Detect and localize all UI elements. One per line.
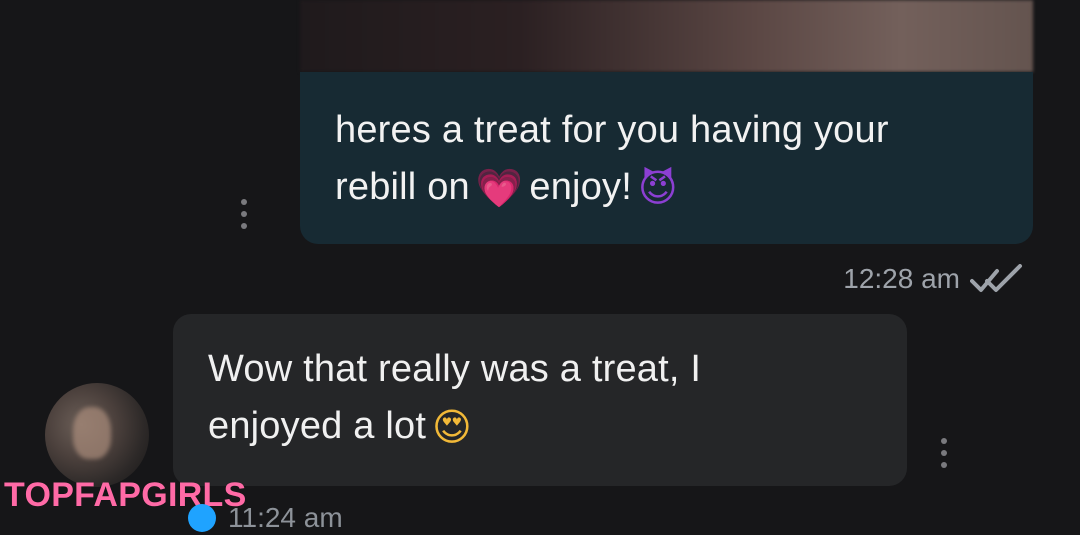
double-check-icon <box>970 264 1024 294</box>
received-message-bubble: Wow that really was a treat, I enjoyed a… <box>173 314 907 486</box>
sent-media-preview[interactable] <box>300 0 1033 72</box>
received-message-line-2: enjoyed a lot 😍 <box>208 398 877 456</box>
smiling-devil-emoji-icon: 😈 <box>638 166 678 210</box>
sent-message-text: heres a treat for you having your rebill… <box>335 102 997 217</box>
sent-message-line-2-prefix: rebill on <box>335 166 470 208</box>
received-message-line-2-prefix: enjoyed a lot <box>208 405 427 447</box>
received-message-meta: 11:24 am <box>188 501 343 535</box>
sent-message-bubble: heres a treat for you having your rebill… <box>300 72 1033 244</box>
received-message-line-1: Wow that really was a treat, I <box>208 348 702 390</box>
blue-dot-icon <box>188 504 216 532</box>
received-message-text: Wow that really was a treat, I enjoyed a… <box>208 341 877 456</box>
avatar[interactable] <box>45 383 149 487</box>
sent-message-meta: 12:28 am <box>843 262 1024 296</box>
received-message-menu-icon[interactable] <box>940 438 948 472</box>
sent-message-line-2: rebill on 💗 enjoy! 😈 <box>335 159 997 217</box>
heart-eyes-emoji-icon: 😍 <box>432 405 472 449</box>
sent-message-line-1: heres a treat for you having your <box>335 109 889 151</box>
received-message-time: 11:24 am <box>228 502 343 533</box>
heart-emoji-icon: 💗 <box>475 166 524 210</box>
sent-message-line-2-suffix: enjoy! <box>529 166 632 208</box>
sent-message-menu-icon[interactable] <box>240 199 248 233</box>
sent-message-time: 12:28 am <box>843 263 960 294</box>
